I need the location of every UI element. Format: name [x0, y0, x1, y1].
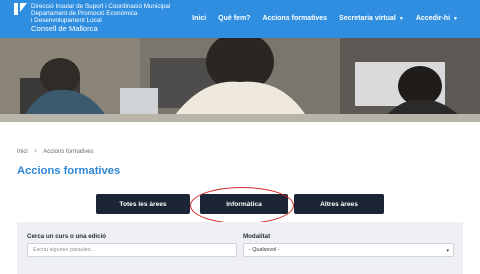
classroom-illustration	[0, 38, 480, 122]
tab-totes-les-arees[interactable]: Totes les àrees	[96, 194, 190, 214]
org-line-3: i Desenvolupament Local	[31, 17, 102, 24]
nav-label: Què fem?	[218, 15, 251, 22]
org-line-1: Direcció Insular de Suport i Coordinació…	[31, 3, 171, 10]
search-placeholder: Escriu algunes paraules...	[33, 247, 96, 253]
tab-altres-arees[interactable]: Altres àrees	[294, 194, 384, 214]
red-highlight-ellipse	[190, 187, 294, 224]
breadcrumb: Inici > Accions formatives	[17, 149, 94, 155]
tab-label: Altres àrees	[320, 200, 358, 208]
search-input[interactable]: Escriu algunes paraules...	[27, 243, 237, 257]
org-line-2: Departament de Promoció Econòmica	[31, 10, 138, 17]
main-menu: Inici Què fem? Accions formatives Secret…	[192, 15, 458, 22]
breadcrumb-current: Accions formatives	[43, 149, 94, 155]
consell-logo-icon	[14, 3, 27, 15]
page-title: Accions formatives	[17, 165, 121, 177]
nav-item-accions-formatives[interactable]: Accions formatives	[262, 15, 327, 22]
nav-item-secretaria-virtual[interactable]: Secretaria virtual ▼	[339, 15, 404, 22]
caret-down-icon: ▼	[453, 15, 458, 22]
nav-item-que-fem[interactable]: Què fem?	[218, 15, 250, 22]
breadcrumb-home-link[interactable]: Inici	[17, 149, 28, 155]
breadcrumb-separator: >	[33, 149, 38, 155]
nav-item-accedir-hi[interactable]: Accedir-hi ▼	[416, 15, 458, 22]
nav-label: Inici	[192, 15, 207, 22]
modalitat-select[interactable]: - Qualsevol - ▾	[243, 243, 454, 257]
tab-label: Totes les àrees	[119, 200, 167, 208]
nav-label: Accions formatives	[262, 15, 328, 22]
modalitat-selected-value: - Qualsevol -	[249, 247, 280, 253]
nav-label: Secretaria virtual	[339, 15, 396, 22]
caret-down-icon: ▼	[398, 15, 404, 22]
nav-item-inici[interactable]: Inici	[192, 15, 206, 22]
organization-name[interactable]: Direcció Insular de Suport i Coordinació…	[31, 3, 170, 33]
org-line-4: Consell de Mallorca	[31, 24, 98, 33]
filter-panel: Cerca un curs o una edició Escriu algune…	[17, 222, 463, 274]
search-label: Cerca un curs o una edició	[27, 233, 107, 240]
top-navbar: Direcció Insular de Suport i Coordinació…	[0, 0, 480, 38]
hero-banner-image	[0, 38, 480, 122]
modalitat-label: Modalitat	[243, 233, 271, 240]
nav-label: Accedir-hi	[415, 15, 451, 22]
chevron-down-icon: ▾	[446, 248, 449, 254]
